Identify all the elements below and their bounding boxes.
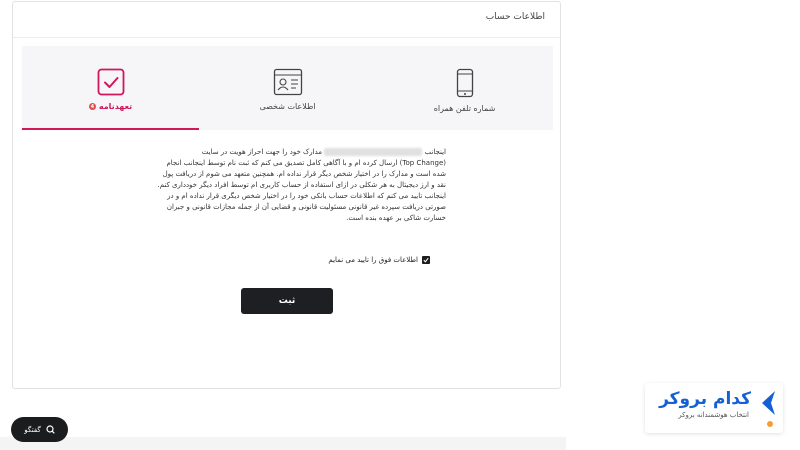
- id-card-icon: [273, 68, 302, 96]
- chat-label: گفتگو: [24, 425, 41, 434]
- agreement-line1-end: مدارک خود را جهت احراز هویت در سایت: [201, 148, 323, 156]
- confirm-label: اطلاعات فوق را تایید می نمایم: [328, 256, 418, 264]
- step-mobile[interactable]: شماره تلفن همراه: [376, 46, 553, 130]
- brand-widget[interactable]: کدام بروکر انتخاب هوشمندانه بروکر: [645, 383, 783, 433]
- step-commitment-label: تعهدنامه: [98, 102, 133, 111]
- confirm-checkbox[interactable]: [422, 256, 430, 264]
- submit-button[interactable]: ثبت: [241, 288, 333, 314]
- step-mobile-label: شماره تلفن همراه: [433, 104, 496, 113]
- footer-strip: [0, 437, 566, 450]
- check-icon: [423, 257, 429, 263]
- brand-tagline: انتخاب هوشمندانه بروکر: [678, 411, 749, 419]
- agreement-line4: نقد و ارز دیجیتال به هر شکلی در ازای است…: [157, 181, 446, 189]
- step-personal-label: اطلاعات شخصی: [259, 102, 316, 111]
- agreement-line2: (Top Change) ارسال کرده ام و با آگاهی کا…: [166, 159, 446, 167]
- agreement-line3: شده است و مدارک را در اختیار شخص دیگر قر…: [162, 170, 446, 178]
- checkbox-check-icon: [97, 68, 124, 96]
- agreement-line1-start: اینجانب: [424, 148, 446, 156]
- chat-button[interactable]: گفتگو: [11, 417, 68, 442]
- confirm-row[interactable]: اطلاعات فوق را تایید می نمایم: [300, 256, 430, 264]
- brand-name: کدام بروکر: [659, 389, 751, 409]
- agreement-line6: صورتی دریافت سپرده غیر قانونی مسئولیت قا…: [166, 203, 446, 211]
- stepper: شماره تلفن همراه اطلاعات شخصی تعهدنامه 4: [22, 46, 553, 130]
- card-title: اطلاعات حساب: [13, 2, 560, 38]
- step-personal[interactable]: اطلاعات شخصی: [199, 46, 376, 130]
- brand-dot: [767, 421, 773, 427]
- agreement-line5: اینجانب تایید می کنم که اطلاعات حساب بان…: [167, 192, 446, 200]
- brand-logo-icon: [762, 391, 775, 415]
- chat-search-icon: [46, 425, 55, 434]
- mobile-phone-icon: [456, 68, 473, 98]
- account-info-card: اطلاعات حساب شماره تلفن همراه اطلاعات شخ…: [12, 1, 561, 389]
- agreement-text: اینجانب مدارک خود را جهت احراز هویت در س…: [156, 147, 446, 224]
- step-commitment[interactable]: تعهدنامه 4: [22, 46, 199, 130]
- agreement-line7: خسارت شاکی بر عهده بنده است.: [346, 214, 446, 222]
- step-badge: 4: [88, 103, 96, 110]
- redacted-name: [324, 148, 423, 156]
